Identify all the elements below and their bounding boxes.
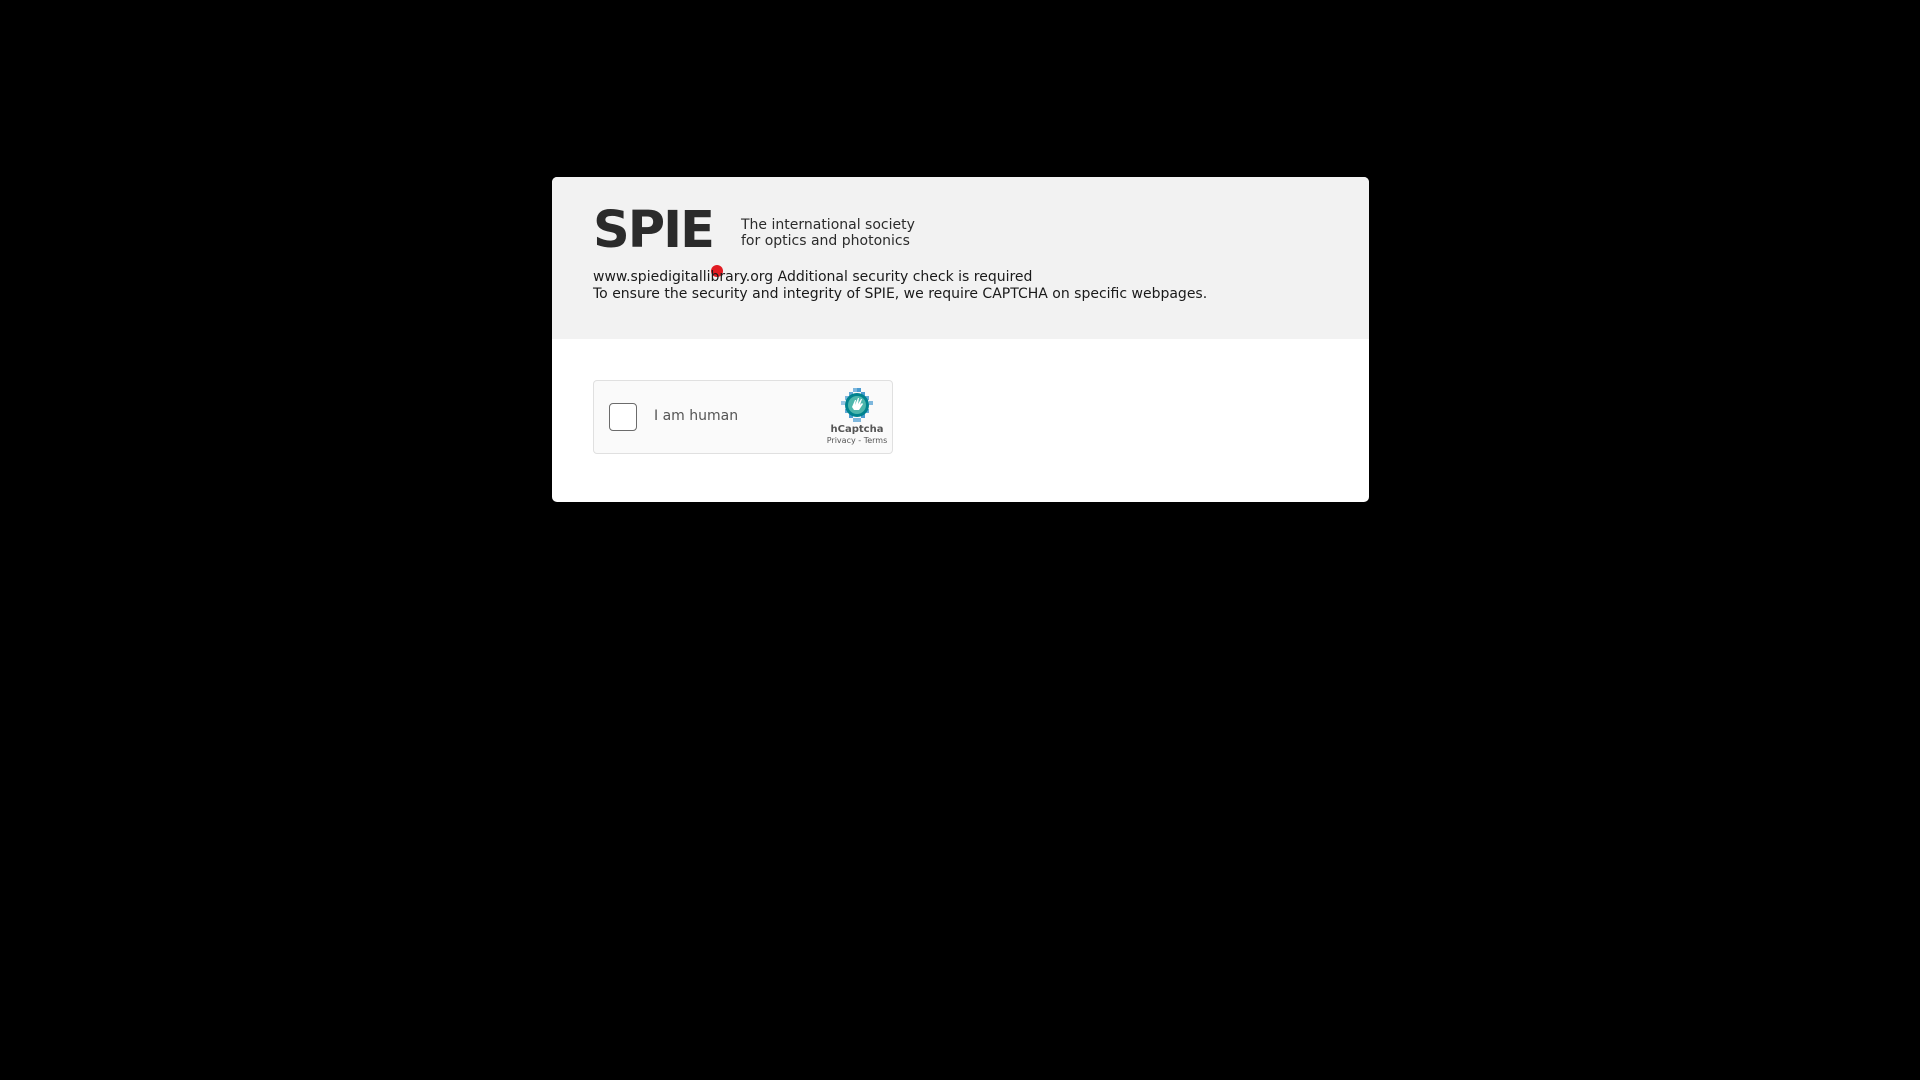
terms-link[interactable]: Terms: [864, 436, 888, 445]
security-check-dialog: SPIE The international society for optic…: [552, 177, 1369, 502]
captcha-checkbox[interactable]: [609, 403, 637, 431]
tagline-line-1: The international society: [741, 217, 915, 233]
hcaptcha-links: Privacy - Terms: [807, 436, 907, 445]
hcaptcha-widget: I am human hCaptcha Privacy - Terms: [593, 380, 893, 454]
tagline-line-2: for optics and photonics: [741, 233, 910, 249]
links-separator: -: [855, 436, 864, 445]
spie-tagline: The international society for optics and…: [741, 217, 915, 249]
hcaptcha-brand-name: hCaptcha: [830, 424, 884, 435]
spie-logo-text: SPIE: [593, 201, 715, 260]
dialog-header: SPIE The international society for optic…: [552, 177, 1369, 339]
captcha-checkbox-label: I am human: [654, 408, 739, 424]
security-message: www.spiedigitallibrary.org Additional se…: [593, 269, 1207, 303]
security-message-line-2: To ensure the security and integrity of …: [593, 286, 1208, 302]
privacy-link[interactable]: Privacy: [827, 436, 856, 445]
hcaptcha-hand-icon: [841, 388, 873, 422]
security-message-line-1: www.spiedigitallibrary.org Additional se…: [593, 269, 1033, 285]
